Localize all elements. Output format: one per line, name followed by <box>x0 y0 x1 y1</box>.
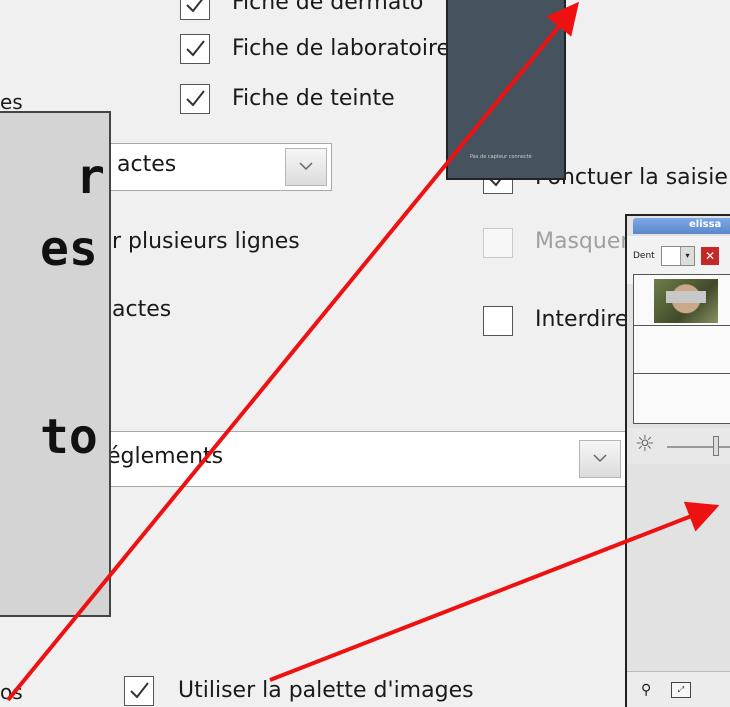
arrow-to-palette <box>269 501 720 682</box>
annotation-arrows <box>6 1 720 702</box>
